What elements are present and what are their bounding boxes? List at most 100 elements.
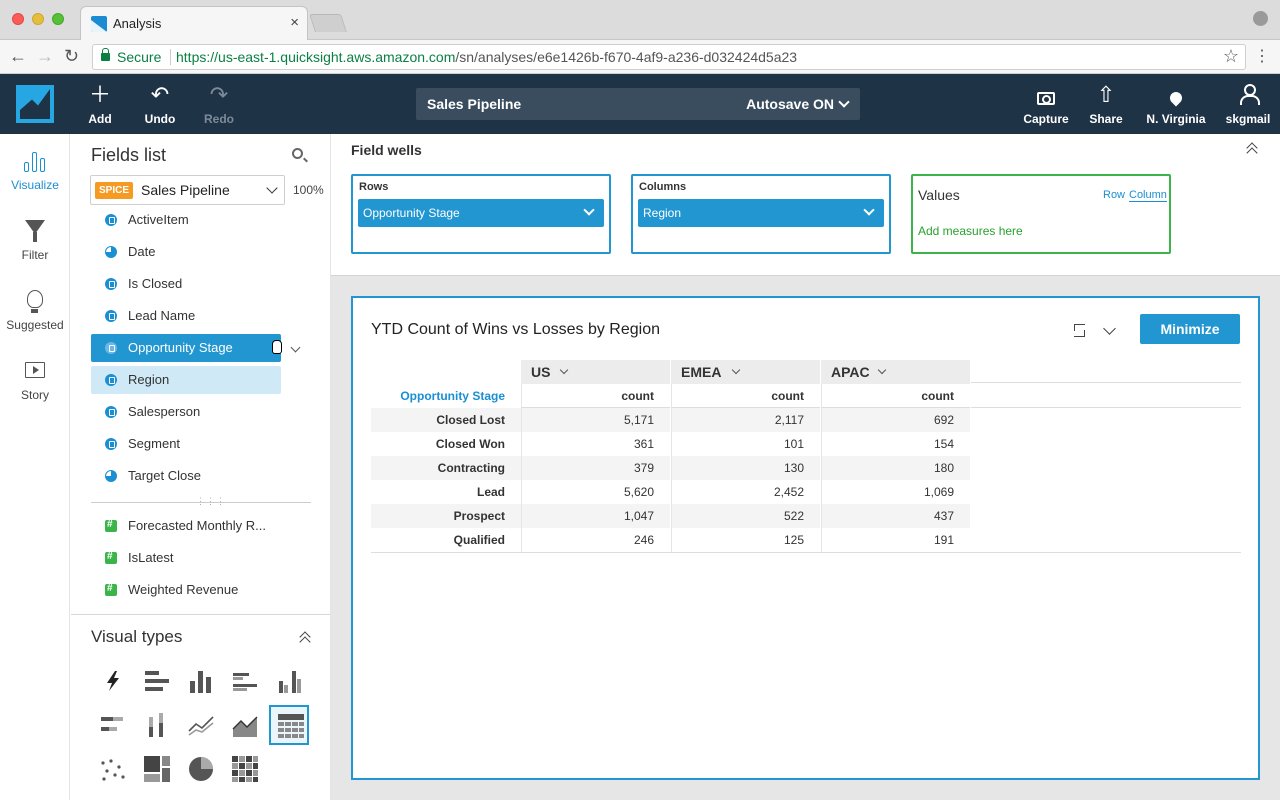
pivot-table-icon[interactable] (269, 705, 309, 745)
swap-rows-columns-icon[interactable] (1071, 322, 1087, 338)
field-item-opportunity-stage[interactable]: Opportunity Stage (91, 334, 281, 362)
analysis-title[interactable]: Sales Pipeline (427, 96, 521, 112)
undo-button[interactable]: ↶ Undo (132, 84, 188, 127)
hand-pointer-cursor-icon (272, 340, 282, 354)
table-cell: 692 (821, 408, 970, 432)
rail-item-suggested[interactable]: Suggested (0, 288, 70, 332)
column-header-us[interactable]: US (521, 360, 670, 384)
field-item-islatest[interactable]: IsLatest (91, 544, 281, 572)
rows-well[interactable]: Rows Opportunity Stage (351, 174, 611, 254)
autograph-icon[interactable] (93, 661, 133, 701)
forward-arrow-icon[interactable]: → (36, 46, 54, 66)
chevron-down-icon[interactable] (863, 204, 875, 216)
stacked-horizontal-bar-icon[interactable] (93, 705, 133, 745)
quicksight-logo[interactable] (16, 85, 54, 123)
add-button[interactable]: ＋ Add (72, 84, 128, 127)
share-button[interactable]: ⇧ Share (1078, 84, 1134, 127)
row-label[interactable]: Closed Lost (371, 408, 521, 432)
pivot-bottom-line (371, 552, 1241, 553)
region-button[interactable]: N. Virginia (1142, 84, 1210, 126)
user-button[interactable]: skgmail (1220, 84, 1276, 126)
rail-item-story[interactable]: Story (0, 358, 70, 402)
close-window-button[interactable] (12, 13, 24, 25)
row-label[interactable]: Contracting (371, 456, 521, 480)
search-icon[interactable] (292, 148, 303, 159)
browser-tab[interactable]: Analysis × (80, 6, 308, 40)
row-label[interactable]: Qualified (371, 528, 521, 552)
table-row: Prospect 1,047 522 437 (371, 504, 1241, 528)
row-label[interactable]: Lead (371, 480, 521, 504)
line-chart-icon[interactable] (181, 705, 221, 745)
row-header-title[interactable]: Opportunity Stage (371, 384, 521, 408)
columns-field-pill[interactable]: Region (638, 199, 884, 227)
drag-handle-icon[interactable]: ⋮⋮⋮ (196, 496, 226, 507)
table-row: Lead 5,620 2,452 1,069 (371, 480, 1241, 504)
heat-map-icon[interactable] (225, 749, 265, 789)
table-cell: 130 (671, 456, 820, 480)
capture-button[interactable]: Capture (1018, 84, 1074, 126)
chevron-down-icon[interactable] (877, 365, 887, 375)
column-header-apac[interactable]: APAC (821, 360, 970, 384)
rail-item-filter[interactable]: Filter (0, 218, 70, 262)
columns-well-label: Columns (639, 181, 687, 193)
values-column-toggle[interactable]: Column (1129, 189, 1167, 202)
back-arrow-icon[interactable]: ← (9, 46, 27, 66)
reload-icon[interactable]: ↻ (64, 46, 79, 66)
field-item-salesperson[interactable]: Salesperson (91, 398, 281, 426)
clustered-horizontal-bar-icon[interactable] (225, 661, 265, 701)
url-input[interactable]: Secure https://us-east-1.quicksight.aws.… (92, 44, 1246, 70)
minimize-window-button[interactable] (32, 13, 44, 25)
field-item-segment[interactable]: Segment (91, 430, 281, 458)
measure-label: count (771, 389, 804, 403)
browser-menu-icon[interactable]: ⋮ (1254, 46, 1270, 66)
minimize-button[interactable]: Minimize (1140, 314, 1240, 344)
field-item-weighted-revenue[interactable]: Weighted Revenue (91, 576, 281, 604)
field-menu-chevron-icon[interactable] (291, 344, 301, 354)
autosave-toggle[interactable]: Autosave ON (746, 96, 850, 112)
field-item-region[interactable]: Region (91, 366, 281, 394)
analysis-title-bar[interactable]: Sales Pipeline Autosave ON (416, 88, 860, 120)
new-tab-button[interactable] (309, 14, 347, 32)
dataset-select[interactable]: SPICE Sales Pipeline (90, 175, 285, 205)
field-item-target-close[interactable]: Target Close (91, 462, 281, 490)
field-item-activeitem[interactable]: ActiveItem (91, 206, 281, 234)
visual-title[interactable]: YTD Count of Wins vs Losses by Region (371, 321, 660, 339)
row-label[interactable]: Prospect (371, 504, 521, 528)
vertical-bar-chart-icon[interactable] (181, 661, 221, 701)
field-item-lead-name[interactable]: Lead Name (91, 302, 281, 330)
values-row-toggle[interactable]: Row (1103, 189, 1125, 201)
column-header-emea[interactable]: EMEA (671, 360, 820, 384)
stacked-vertical-bar-icon[interactable] (137, 705, 177, 745)
browser-profile-icon[interactable] (1253, 11, 1268, 26)
visual-menu-chevron-icon[interactable] (1103, 322, 1116, 335)
chevron-down-icon[interactable] (731, 365, 741, 375)
tab-close-icon[interactable]: × (290, 14, 299, 31)
tree-map-icon[interactable] (137, 749, 177, 789)
clustered-vertical-bar-icon[interactable] (269, 661, 309, 701)
rail-label-visualize: Visualize (11, 178, 59, 192)
maximize-window-button[interactable] (52, 13, 64, 25)
add-label: Add (88, 112, 112, 126)
chevron-down-icon[interactable] (559, 365, 569, 375)
horizontal-bar-chart-icon[interactable] (137, 661, 177, 701)
pie-chart-icon[interactable] (181, 749, 221, 789)
bookmark-star-icon[interactable]: ☆ (1223, 46, 1239, 67)
tab-title: Analysis (113, 16, 162, 31)
table-cell: 522 (671, 504, 820, 528)
scatter-plot-icon[interactable] (93, 749, 133, 789)
field-item-forecasted-monthly-revenue[interactable]: Forecasted Monthly R... (91, 512, 281, 540)
columns-well[interactable]: Columns Region (631, 174, 891, 254)
rail-item-visualize[interactable]: Visualize (0, 148, 70, 192)
row-label[interactable]: Closed Won (371, 432, 521, 456)
values-well[interactable]: Values Row Column Add measures here (911, 174, 1171, 254)
chevron-down-icon[interactable] (583, 204, 595, 216)
area-line-chart-icon[interactable] (225, 705, 265, 745)
pivot-visual[interactable]: YTD Count of Wins vs Losses by Region Mi… (351, 296, 1260, 780)
rows-field-pill[interactable]: Opportunity Stage (358, 199, 604, 227)
collapse-chevron-icon[interactable] (299, 631, 311, 643)
collapse-chevron-icon[interactable] (1246, 142, 1258, 154)
field-item-date[interactable]: Date (91, 238, 281, 266)
redo-button[interactable]: ↷ Redo (191, 84, 247, 127)
measure-header-apac: count (821, 384, 970, 408)
field-item-is-closed[interactable]: Is Closed (91, 270, 281, 298)
